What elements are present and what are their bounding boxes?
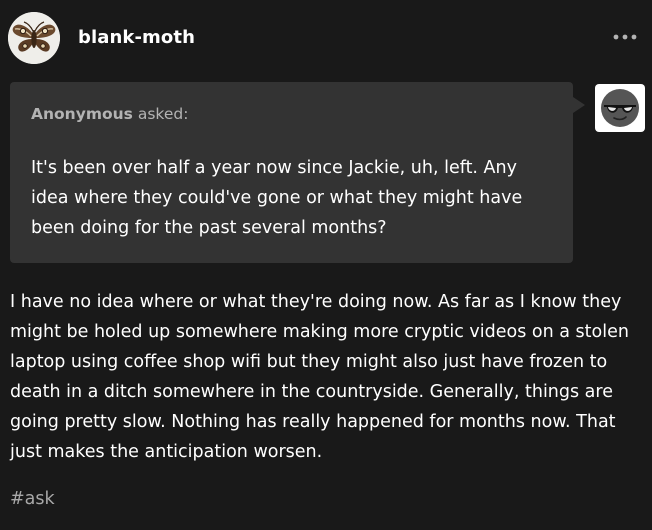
ask-box: Anonymous asked: It's been over half a y… bbox=[10, 82, 573, 263]
asker-line: Anonymous asked: bbox=[31, 105, 188, 123]
ask-bubble-tail bbox=[573, 97, 585, 113]
post-header: blank-moth bbox=[0, 0, 652, 74]
sunglasses-face-icon bbox=[601, 89, 639, 127]
moth-icon bbox=[8, 12, 60, 64]
asker-name[interactable]: Anonymous bbox=[31, 105, 133, 123]
post-tag-ask[interactable]: #ask bbox=[10, 489, 55, 509]
asked-label: asked: bbox=[132, 105, 189, 123]
post: blank-moth Anonymous asked: It's been ov… bbox=[0, 0, 652, 530]
ask-question: It's been over half a year now since Jac… bbox=[31, 158, 523, 238]
answer-text: I have no idea where or what they're doi… bbox=[10, 292, 629, 462]
more-options-icon bbox=[613, 34, 637, 40]
blog-username[interactable]: blank-moth bbox=[78, 27, 195, 48]
asker-avatar[interactable] bbox=[595, 84, 645, 132]
more-options-button[interactable] bbox=[608, 27, 642, 47]
blog-avatar[interactable] bbox=[8, 12, 60, 64]
